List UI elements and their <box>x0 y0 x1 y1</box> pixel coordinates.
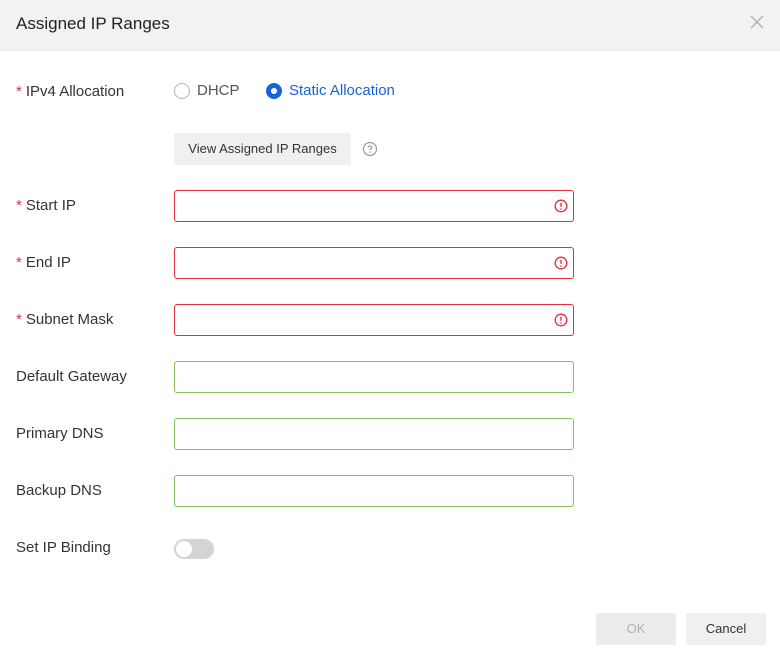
ipv4-allocation-label: * IPv4 Allocation <box>16 83 124 100</box>
required-mark: * <box>16 83 22 100</box>
toggle-knob <box>176 541 192 557</box>
set-ip-binding-label: Set IP Binding <box>16 539 111 556</box>
help-icon[interactable] <box>362 141 378 157</box>
start-ip-field[interactable] <box>174 190 574 222</box>
default-gateway-label: Default Gateway <box>16 368 127 385</box>
view-assigned-ip-ranges-button[interactable]: View Assigned IP Ranges <box>174 133 351 165</box>
radio-static-allocation[interactable]: Static Allocation <box>266 82 395 99</box>
radio-static-indicator[interactable] <box>266 82 282 99</box>
radio-static-label[interactable]: Static Allocation <box>289 82 395 99</box>
primary-dns-label: Primary DNS <box>16 425 104 442</box>
cancel-button[interactable]: Cancel <box>686 613 766 645</box>
end-ip-text: End IP <box>25 254 71 271</box>
radio-dhcp-indicator[interactable] <box>174 82 190 99</box>
ok-button[interactable]: OK <box>596 613 676 645</box>
close-icon[interactable] <box>746 11 768 33</box>
default-gateway-field[interactable] <box>174 361 574 393</box>
primary-dns-field[interactable] <box>174 418 574 450</box>
subnet-mask-text: Subnet Mask <box>25 311 114 328</box>
radio-dhcp-label[interactable]: DHCP <box>197 82 240 99</box>
start-ip-input[interactable] <box>175 191 565 221</box>
ipv4-allocation-text: IPv4 Allocation <box>25 83 125 100</box>
dialog-header: Assigned IP Ranges <box>0 0 780 51</box>
required-mark: * <box>16 311 22 328</box>
error-icon <box>554 199 568 213</box>
radio-dhcp[interactable]: DHCP <box>174 82 240 99</box>
default-gateway-input[interactable] <box>175 362 565 392</box>
required-mark: * <box>16 197 22 214</box>
subnet-mask-field[interactable] <box>174 304 574 336</box>
dialog-title: Assigned IP Ranges <box>16 14 170 33</box>
ip-binding-toggle[interactable] <box>174 539 214 559</box>
required-mark: * <box>16 254 22 271</box>
backup-dns-input[interactable] <box>175 476 565 506</box>
end-ip-field[interactable] <box>174 247 574 279</box>
error-icon <box>554 256 568 270</box>
subnet-mask-input[interactable] <box>175 305 565 335</box>
error-icon <box>554 313 568 327</box>
end-ip-label: * End IP <box>16 254 71 271</box>
primary-dns-input[interactable] <box>175 419 565 449</box>
backup-dns-label: Backup DNS <box>16 482 102 499</box>
subnet-mask-label: * Subnet Mask <box>16 311 113 328</box>
start-ip-label: * Start IP <box>16 197 76 214</box>
end-ip-input[interactable] <box>175 248 565 278</box>
start-ip-text: Start IP <box>25 197 76 214</box>
backup-dns-field[interactable] <box>174 475 574 507</box>
